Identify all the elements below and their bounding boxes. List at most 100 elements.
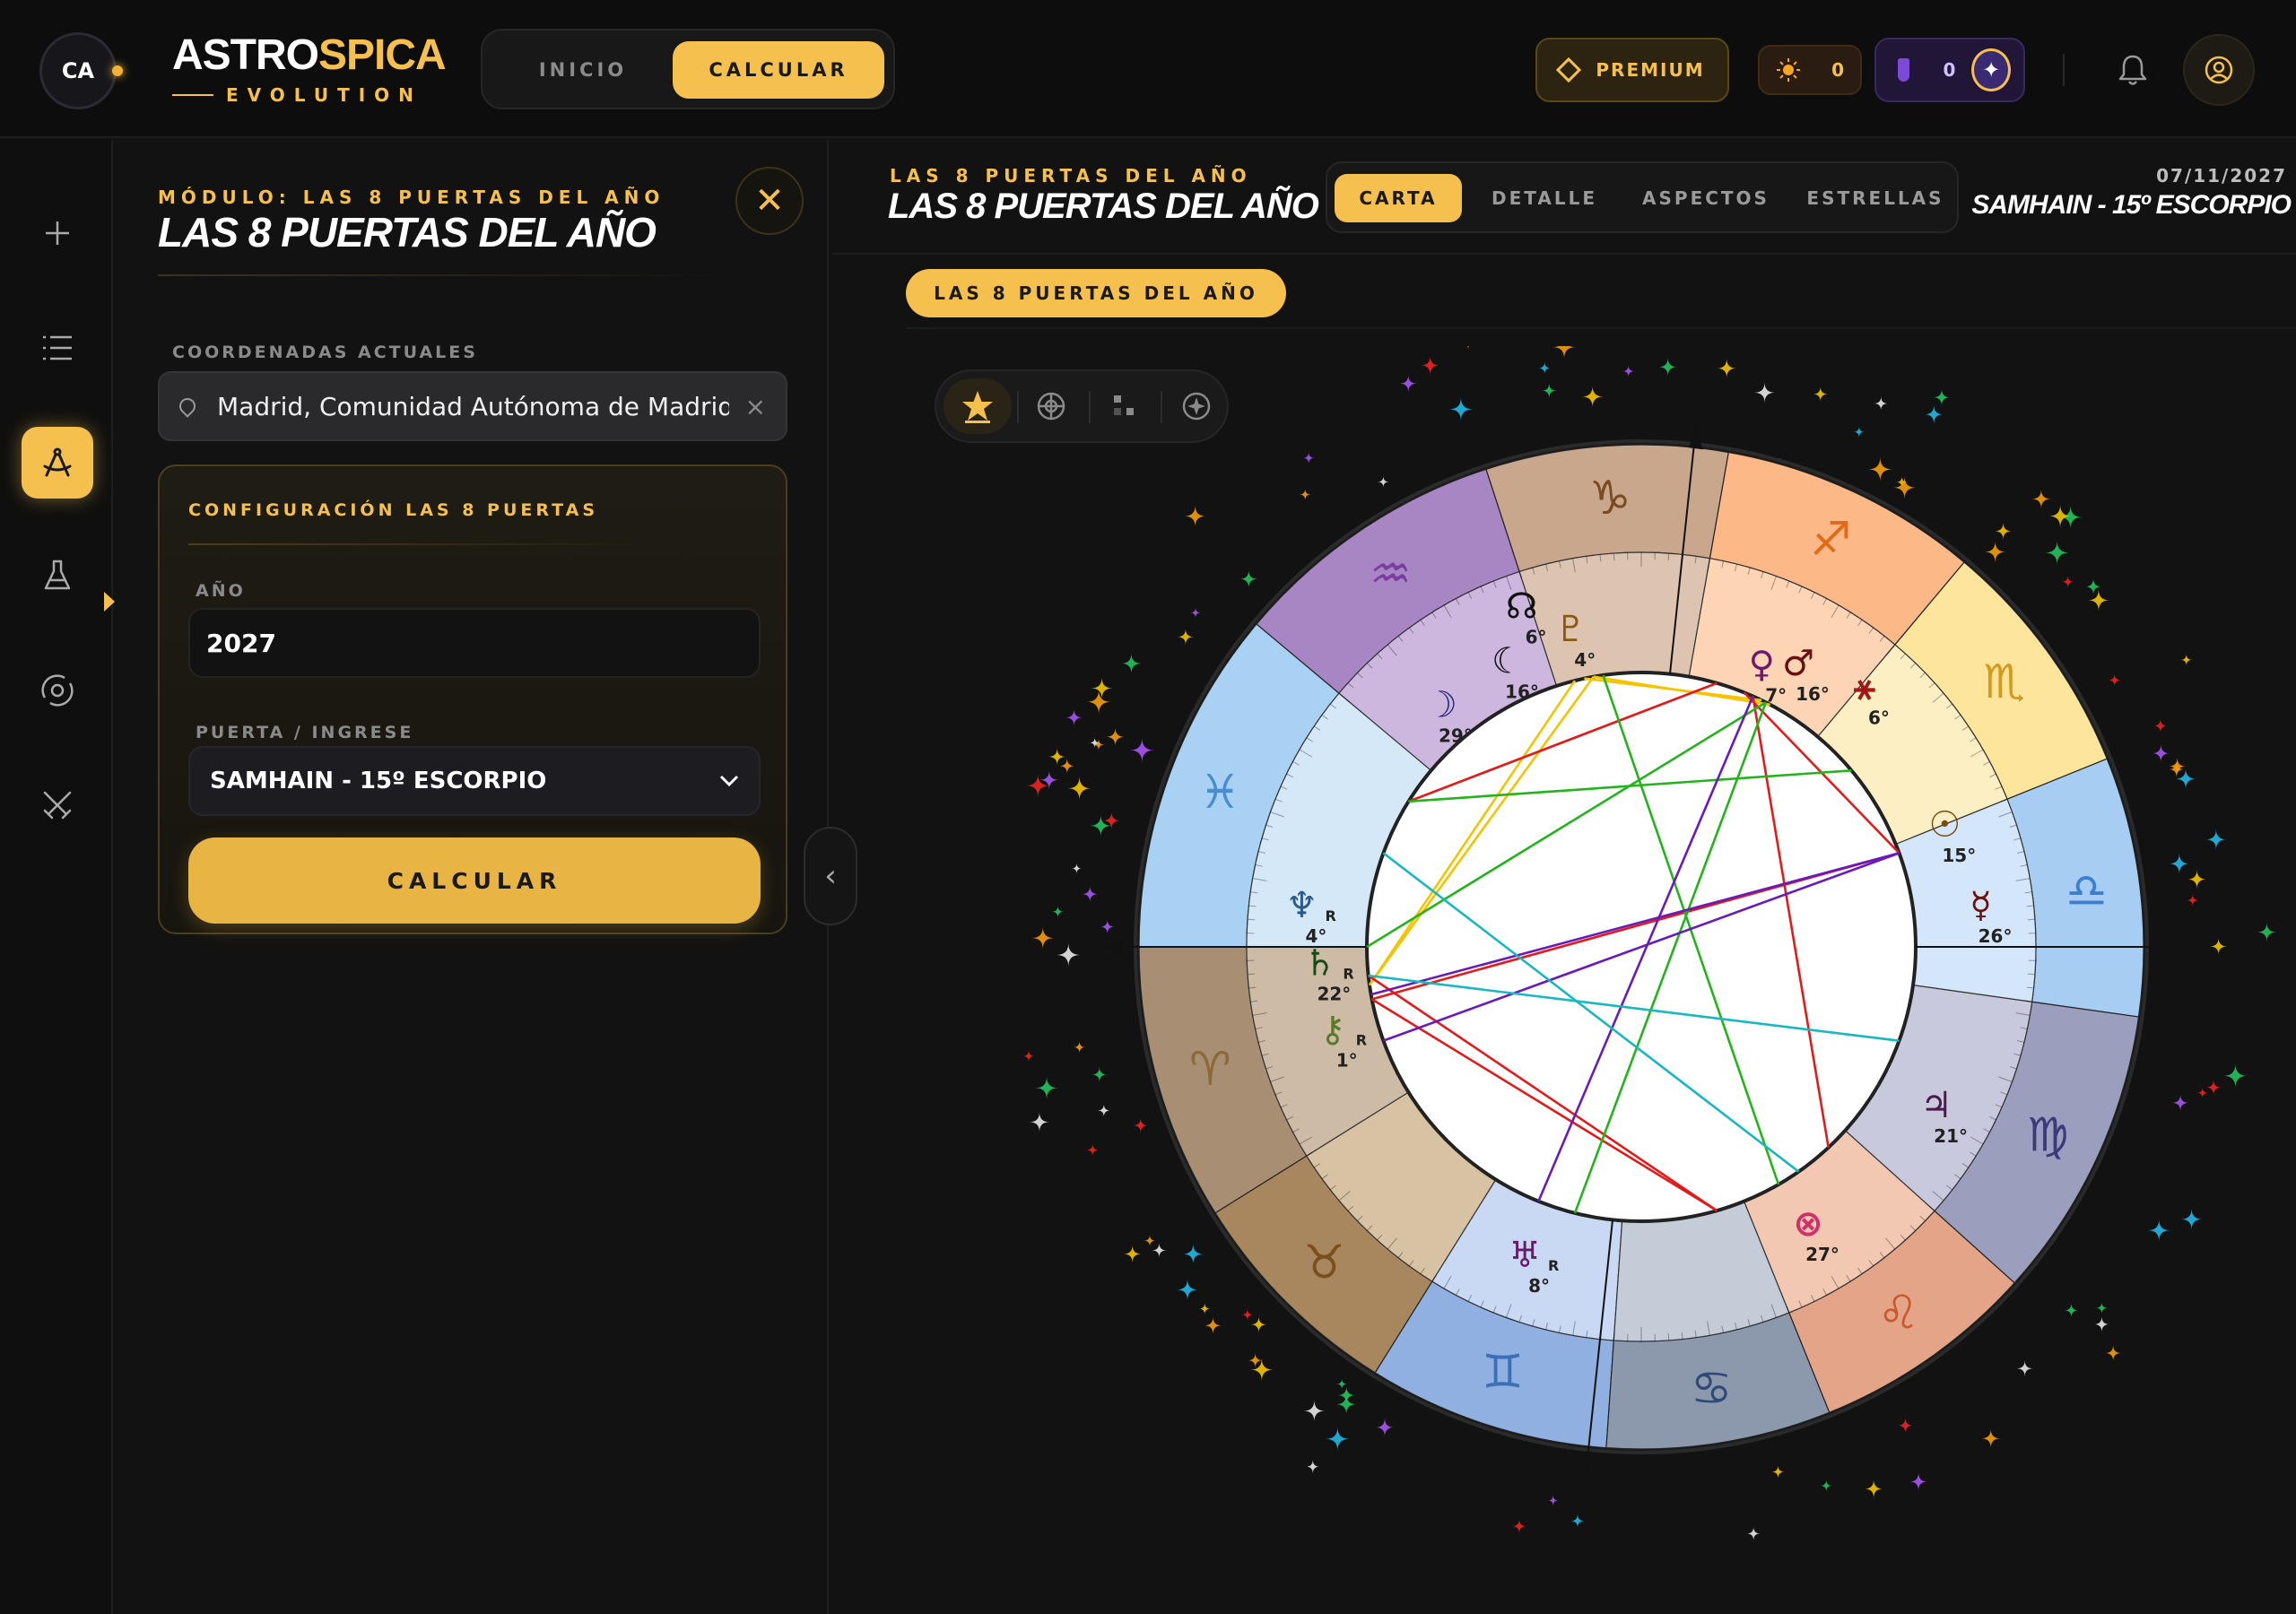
star-sparkle <box>1448 397 1474 421</box>
nav-inicio-button[interactable]: INICIO <box>495 41 671 99</box>
star-sparkle <box>1204 1316 1222 1334</box>
star-sparkle <box>2016 1360 2033 1377</box>
location-input[interactable]: Madrid, Comunidad Autónoma de Madrid, × <box>158 371 787 441</box>
vial-credits-counter[interactable]: 0 ✦ <box>1874 38 2025 102</box>
star-sparkle <box>2171 1094 2189 1112</box>
asc-arrow <box>1103 939 1123 955</box>
panel-title-underline <box>158 274 732 276</box>
tab-carta[interactable]: CARTA <box>1335 174 1462 222</box>
clear-icon[interactable]: × <box>745 392 766 421</box>
sun-credits-counter[interactable]: 0 <box>1758 45 1862 95</box>
planet-chiron-degree: 1° <box>1336 1049 1358 1071</box>
star-sparkle <box>1029 1112 1050 1132</box>
star-sparkle <box>2169 853 2190 874</box>
tab-aspectos[interactable]: ASPECTOS <box>1627 174 1785 222</box>
planet-neptune-glyph: ♆ <box>1286 885 1318 926</box>
planet-jupiter-degree: 21° <box>1934 1125 1968 1147</box>
star-sparkle <box>1133 1117 1149 1133</box>
star-sparkle <box>1305 1459 1320 1474</box>
main-nav: INICIO CALCULAR <box>481 29 895 109</box>
star-sparkle <box>1813 386 1829 403</box>
planet-saturn-retro: R <box>1343 965 1353 982</box>
swords-icon[interactable] <box>22 769 93 841</box>
panel-kicker: MÓDULO: LAS 8 PUERTAS DEL AÑO <box>158 187 665 208</box>
planet-uranus-retro: R <box>1548 1257 1559 1274</box>
star-sparkle <box>1048 748 1066 766</box>
sign-glyph-leo: ♌ <box>1877 1287 1919 1341</box>
star-sparkle <box>1065 708 1083 726</box>
avatar-initials: CA <box>61 58 95 83</box>
chart-date: 07/11/2027 <box>2156 165 2287 187</box>
star-sparkle <box>1090 814 1112 837</box>
gate-label: PUERTA / INGRESE <box>196 723 414 742</box>
star-sparkle <box>1152 1243 1167 1258</box>
star-sparkle <box>1909 1472 1928 1491</box>
star-sparkle <box>1867 456 1892 482</box>
planet-saturn-degree: 22° <box>1317 983 1351 1004</box>
star-sparkle <box>1552 335 1576 360</box>
view-tabs: CARTA DETALLE ASPECTOS ESTRELLAS <box>1326 161 1959 233</box>
star-sparkle <box>1547 1495 1559 1506</box>
star-sparkle <box>1073 1040 1086 1054</box>
year-label: AÑO <box>196 581 246 601</box>
star-sparkle <box>1462 338 1474 350</box>
compass-icon[interactable] <box>22 427 93 499</box>
plus-icon[interactable] <box>22 197 93 269</box>
tab-estrellas[interactable]: ESTRELLAS <box>1797 174 1953 222</box>
astro-wheel-svg: ♈♉♊ ♋♌♍♎♏♐♑♒♓☊6° ♇4°☾16°☽29°♂16° ⚹6°♀7°☉15°… <box>1022 317 2277 1540</box>
sun-icon <box>1777 58 1800 82</box>
calculate-button[interactable]: CALCULAR <box>188 837 761 924</box>
star-sparkle <box>1994 522 2013 540</box>
planet-part-glyph: ⚹ <box>1854 667 1875 708</box>
star-sparkle <box>1892 476 1917 499</box>
star-sparkle <box>1026 774 1050 798</box>
gate-select[interactable]: SAMHAIN - 15º ESCORPIO <box>188 746 761 816</box>
bell-icon[interactable] <box>2113 50 2152 90</box>
star-sparkle <box>1581 386 1604 408</box>
star-sparkle <box>1182 1244 1204 1264</box>
star-sparkle <box>1375 1418 1395 1437</box>
planet-node-degree: 6° <box>1526 627 1547 648</box>
flask-icon[interactable] <box>22 540 93 612</box>
star-sparkle <box>2205 1080 2222 1096</box>
star-sparkle <box>2152 744 2170 763</box>
sign-glyph-libra: ♎ <box>2066 864 2108 918</box>
star-sparkle <box>1326 1427 1350 1452</box>
star-sparkle <box>1057 942 1081 968</box>
star-sparkle <box>1184 505 1206 527</box>
nav-calcular-button[interactable]: CALCULAR <box>673 41 884 99</box>
star-sparkle <box>1177 629 1195 646</box>
star-sparkle <box>1129 737 1155 763</box>
year-input[interactable]: 2027 <box>188 608 761 678</box>
planet-saturn-glyph: ♄ <box>1303 942 1335 984</box>
collapse-panel-button[interactable]: ‹ <box>804 827 857 925</box>
brand-part1: ASTRO <box>172 31 319 79</box>
orbit-icon[interactable] <box>22 655 93 726</box>
user-avatar-logo[interactable]: CA <box>39 32 117 109</box>
planet-neptune-retro: R <box>1325 907 1335 924</box>
gate-select-value: SAMHAIN - 15º ESCORPIO <box>210 768 547 794</box>
user-profile-button[interactable] <box>2183 34 2255 106</box>
sparkle-icon[interactable]: ✦ <box>1971 48 2011 91</box>
sign-glyph-gemini: ♊ <box>1482 1346 1524 1400</box>
planet-fortune-glyph: ⊗ <box>1793 1203 1823 1245</box>
close-button[interactable]: ✕ <box>735 167 804 235</box>
chart-gate-title: SAMHAIN - 15º ESCORPIO <box>1971 190 2292 220</box>
star-sparkle <box>2061 576 2074 588</box>
list-icon[interactable] <box>22 312 93 384</box>
star-sparkle <box>1067 777 1091 801</box>
vial-icon <box>1898 58 1909 82</box>
star-sparkle <box>1924 404 1944 424</box>
sign-glyph-scorpio: ♏ <box>1983 655 2025 709</box>
chart-chip[interactable]: LAS 8 PUERTAS DEL AÑO <box>906 269 1286 317</box>
star-sparkle <box>1658 357 1678 377</box>
brand-logo[interactable]: ASTROSPICA <box>172 30 447 80</box>
sign-glyph-pisces: ♓ <box>1199 766 1241 820</box>
location-value[interactable]: Madrid, Comunidad Autónoma de Madrid, <box>217 392 729 421</box>
tab-detalle[interactable]: DETALLE <box>1474 174 1614 222</box>
planet-sun-glyph: ☉ <box>1928 804 1961 846</box>
star-sparkle <box>1082 885 1099 903</box>
star-sparkle <box>1097 1104 1111 1117</box>
premium-button[interactable]: PREMIUM <box>1535 38 1729 102</box>
brand-subtitle: EVOLUTION <box>172 84 422 106</box>
